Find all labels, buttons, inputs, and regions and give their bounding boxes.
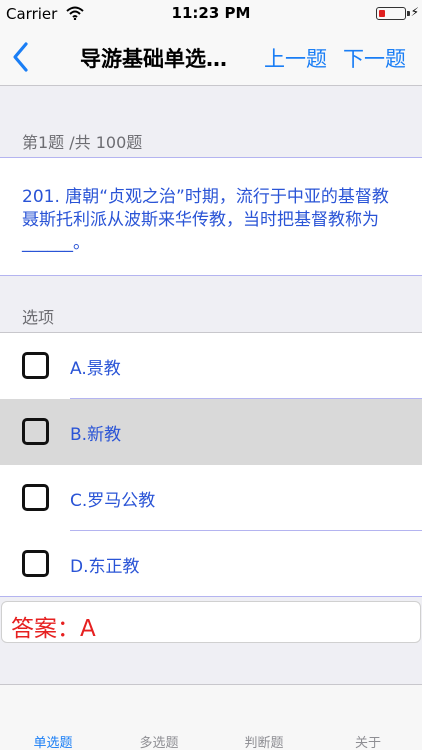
- checkbox-icon[interactable]: [22, 418, 49, 445]
- question-text: 201. 唐朝“贞观之治”时期，流行于中亚的基督教聂斯托利派从波斯来华传教，当时…: [22, 187, 389, 253]
- option-label: C.罗马公教: [70, 491, 156, 511]
- option-divider: [0, 596, 422, 597]
- tab-about[interactable]: 关于: [328, 732, 408, 750]
- charging-icon: ⚡: [410, 5, 419, 19]
- options-header: 选项: [22, 308, 55, 327]
- checkbox-icon[interactable]: [22, 352, 49, 379]
- option-label: A.景教: [70, 359, 121, 379]
- status-time: 11:23 PM: [171, 4, 251, 22]
- answer-text: 答案：A: [11, 616, 96, 642]
- page-title: 导游基础单选…: [80, 47, 227, 71]
- option-label: B.新教: [70, 425, 122, 445]
- answer-box: 答案：A: [1, 601, 421, 643]
- prev-question-button[interactable]: 上一题: [264, 43, 327, 73]
- option-label: D.东正教: [70, 557, 140, 577]
- checkbox-icon[interactable]: [22, 484, 49, 511]
- chevron-left-icon[interactable]: [10, 40, 34, 74]
- nav-bar: 导游基础单选… 上一题 下一题: [0, 28, 422, 86]
- option-a[interactable]: A.景教: [0, 333, 422, 399]
- tab-true-false[interactable]: 判断题: [224, 732, 304, 750]
- question-counter: 第1题 /共 100题: [22, 133, 143, 152]
- next-question-button[interactable]: 下一题: [343, 43, 406, 73]
- battery-icon: [376, 7, 406, 20]
- question-card: 201. 唐朝“贞观之治”时期，流行于中亚的基督教聂斯托利派从波斯来华传教，当时…: [0, 157, 422, 276]
- battery-tip: [407, 11, 410, 16]
- option-b[interactable]: B.新教: [0, 399, 422, 465]
- option-d[interactable]: D.东正教: [0, 531, 422, 597]
- status-bar: Carrier 11:23 PM ⚡: [0, 0, 422, 28]
- checkbox-icon[interactable]: [22, 550, 49, 577]
- tab-multiple-choice[interactable]: 多选题: [119, 732, 199, 750]
- option-c[interactable]: C.罗马公教: [0, 465, 422, 531]
- tab-bar: 单选题 多选题 判断题 关于: [0, 684, 422, 750]
- tab-single-choice[interactable]: 单选题: [13, 732, 93, 750]
- battery-level: [379, 10, 385, 17]
